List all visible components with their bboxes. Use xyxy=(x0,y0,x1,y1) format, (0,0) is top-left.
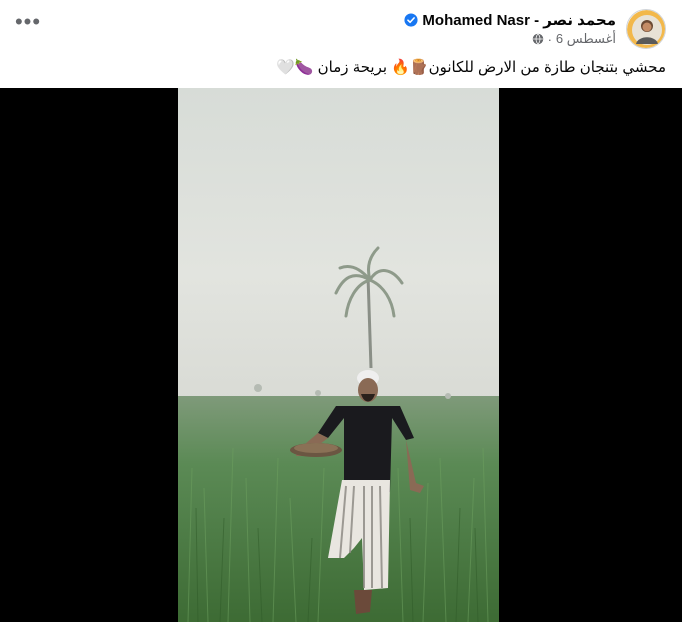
globe-icon[interactable] xyxy=(532,33,544,45)
verified-badge-icon xyxy=(404,13,418,27)
more-options-button[interactable]: ••• xyxy=(12,10,44,42)
video-player[interactable] xyxy=(0,88,682,622)
meta-separator: · xyxy=(547,31,552,47)
author-name[interactable]: Mohamed Nasr - محمد نصر xyxy=(422,11,616,29)
video-frame[interactable] xyxy=(178,88,499,622)
more-options-icon: ••• xyxy=(14,9,42,34)
video-scene xyxy=(178,88,499,622)
post-caption: محشي بتنجان طازة من الارض للكانون🪵🔥 بريح… xyxy=(276,59,666,76)
post-date[interactable]: 6 أغسطس xyxy=(556,31,616,47)
author-row: Mohamed Nasr - محمد نصر xyxy=(404,10,616,30)
author-avatar[interactable] xyxy=(626,9,666,49)
post-meta: · 6 أغسطس xyxy=(532,31,616,47)
post-header: ••• Mohamed Nasr - محمد نصر · 6 أغسطس xyxy=(0,0,682,56)
